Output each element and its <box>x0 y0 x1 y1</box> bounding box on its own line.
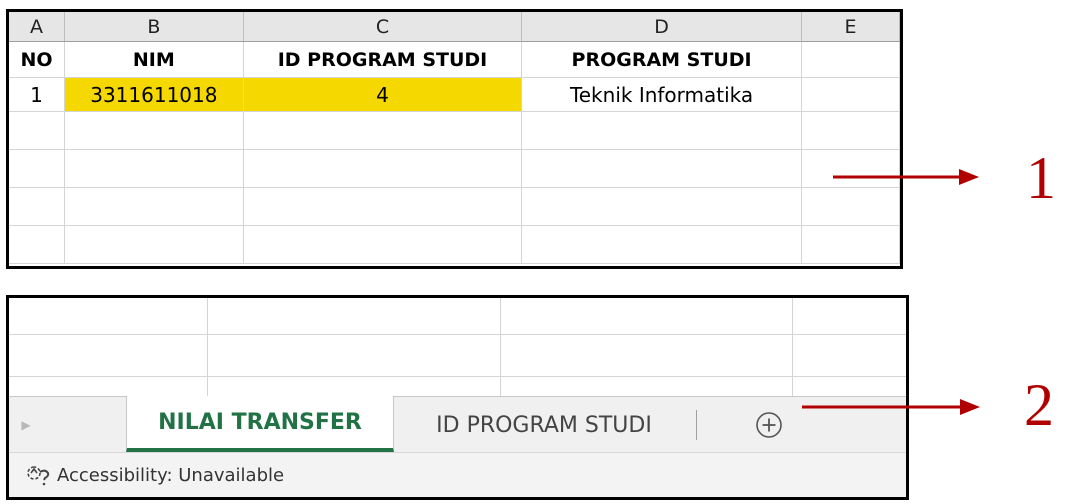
empty-cell[interactable] <box>521 111 802 150</box>
empty-cell[interactable] <box>64 111 244 150</box>
empty-cell[interactable] <box>64 187 244 226</box>
column-header-row: A B C D E <box>9 12 900 42</box>
empty-cell[interactable] <box>521 149 802 188</box>
column-header-a[interactable]: A <box>9 12 65 42</box>
column-header-b[interactable]: B <box>64 12 244 42</box>
cell-a1[interactable]: NO <box>9 41 65 78</box>
empty-cell[interactable] <box>801 225 900 264</box>
cell-a2[interactable]: 1 <box>9 77 65 112</box>
cell-c1[interactable]: ID PROGRAM STUDI <box>243 41 523 78</box>
empty-cell[interactable] <box>243 225 523 264</box>
empty-cell[interactable] <box>243 149 523 188</box>
accessibility-status-text[interactable]: Accessibility: Unavailable <box>57 465 284 486</box>
table-header-row: NO NIM ID PROGRAM STUDI PROGRAM STUDI <box>9 41 900 78</box>
empty-row <box>9 187 900 226</box>
empty-cell[interactable] <box>243 111 523 150</box>
tab-scroll-button[interactable]: ▶ <box>9 397 43 453</box>
tab-label: ID PROGRAM STUDI <box>436 412 652 438</box>
column-header-d[interactable]: D <box>521 12 802 42</box>
tab-id-program-studi[interactable]: ID PROGRAM STUDI <box>393 397 695 453</box>
plus-circle-icon[interactable] <box>754 410 784 440</box>
triangle-right-icon: ▶ <box>21 418 31 432</box>
accessibility-icon[interactable] <box>25 463 53 487</box>
empty-cell[interactable] <box>521 225 802 264</box>
spreadsheet-panel: A B C D E NO NIM ID PROGRAM STUDI PROGRA… <box>6 9 903 269</box>
cell-b1[interactable]: NIM <box>64 41 244 78</box>
tab-nilai-transfer[interactable]: NILAI TRANSFER <box>126 396 394 452</box>
cell-d2[interactable]: Teknik Informatika <box>521 77 802 112</box>
column-header-c[interactable]: C <box>243 12 523 42</box>
empty-cell[interactable] <box>521 187 802 226</box>
empty-cell[interactable] <box>64 225 244 264</box>
sheet-cells-area <box>9 298 906 396</box>
tab-label: NILAI TRANSFER <box>158 409 362 435</box>
empty-row <box>9 111 900 150</box>
cell-b2[interactable]: 3311611018 <box>64 77 244 112</box>
column-header-e[interactable]: E <box>801 12 900 42</box>
empty-row <box>9 225 900 264</box>
sheet-grid: A B C D E NO NIM ID PROGRAM STUDI PROGRA… <box>9 12 900 264</box>
empty-cell[interactable] <box>64 149 244 188</box>
empty-cell[interactable] <box>9 225 65 264</box>
sheet-tab-bar: ▶ NILAI TRANSFER ID PROGRAM STUDI <box>9 396 906 453</box>
cell-e2[interactable] <box>801 77 900 112</box>
empty-cell[interactable] <box>801 187 900 226</box>
table-row: 1 3311611018 4 Teknik Informatika <box>9 77 900 112</box>
cell-c2[interactable]: 4 <box>243 77 523 112</box>
callout-arrow-2 <box>802 399 980 415</box>
callout-label-2: 2 <box>1024 372 1054 438</box>
cell-e1[interactable] <box>801 41 900 78</box>
tab-divider <box>696 410 697 440</box>
sheet-tabs-panel: ▶ NILAI TRANSFER ID PROGRAM STUDI Access… <box>6 295 909 500</box>
callout-arrow-1 <box>833 169 979 185</box>
callout-label-1: 1 <box>1026 145 1056 211</box>
status-bar: Accessibility: Unavailable <box>9 452 906 497</box>
empty-cell[interactable] <box>801 111 900 150</box>
cell-d1[interactable]: PROGRAM STUDI <box>521 41 802 78</box>
empty-cell[interactable] <box>243 187 523 226</box>
empty-cell[interactable] <box>9 149 65 188</box>
empty-cell[interactable] <box>9 111 65 150</box>
empty-row <box>9 149 900 188</box>
empty-cell[interactable] <box>9 187 65 226</box>
